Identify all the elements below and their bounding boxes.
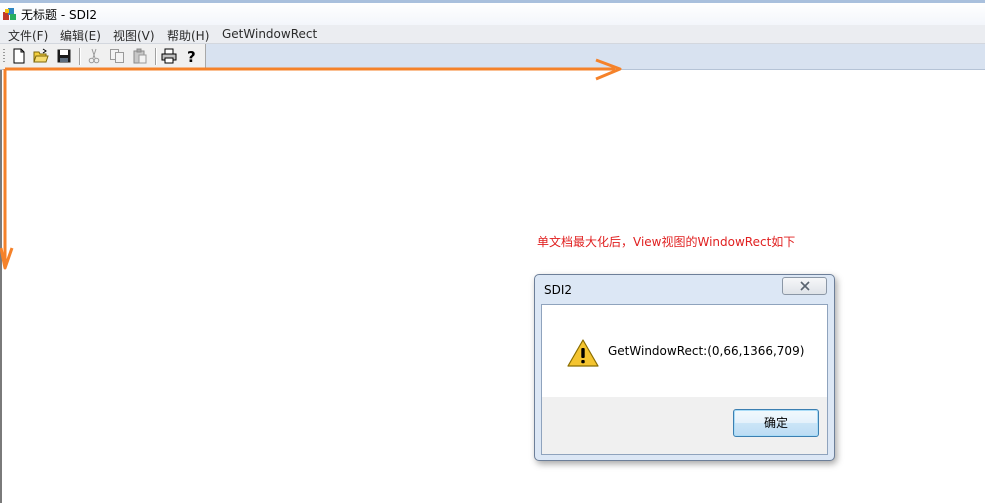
print-icon[interactable] bbox=[161, 48, 177, 64]
title-bar: 无标题 - SDI2 bbox=[0, 0, 985, 25]
menu-help[interactable]: 帮助(H) bbox=[167, 27, 209, 44]
svg-text:?: ? bbox=[187, 48, 196, 64]
open-folder-icon[interactable] bbox=[33, 48, 49, 64]
toolbar-separator bbox=[79, 48, 81, 65]
toolbar-grip[interactable] bbox=[3, 49, 5, 63]
close-button[interactable] bbox=[782, 277, 827, 295]
dialog-title: SDI2 bbox=[544, 283, 573, 297]
menu-bar: 文件(F) 编辑(E) 视图(V) 帮助(H) GetWindowRect bbox=[0, 25, 985, 44]
annotation-note: 单文档最大化后，View视图的WindowRect如下 bbox=[537, 235, 796, 249]
dialog-body: GetWindowRect:(0,66,1366,709) 确定 bbox=[541, 304, 828, 455]
menu-file[interactable]: 文件(F) bbox=[8, 27, 48, 44]
warning-icon bbox=[567, 339, 599, 367]
window-title: 无标题 - SDI2 bbox=[21, 8, 97, 22]
toolbar: ? bbox=[0, 44, 206, 69]
ok-button[interactable]: 确定 bbox=[733, 409, 819, 437]
cut-icon[interactable] bbox=[86, 48, 102, 64]
close-icon bbox=[800, 281, 810, 291]
new-file-icon[interactable] bbox=[11, 48, 27, 64]
save-icon[interactable] bbox=[56, 48, 72, 64]
view-left-border bbox=[0, 70, 2, 503]
menu-edit[interactable]: 编辑(E) bbox=[60, 27, 101, 44]
copy-icon[interactable] bbox=[109, 48, 125, 64]
menu-getwindowrect[interactable]: GetWindowRect bbox=[222, 27, 317, 41]
paste-icon[interactable] bbox=[132, 48, 148, 64]
y-axis-arrow bbox=[0, 69, 14, 270]
message-box: SDI2 GetWindowRect:(0,66,1366,709) 确定 bbox=[534, 274, 835, 461]
toolbar-separator bbox=[155, 48, 157, 65]
help-icon[interactable]: ? bbox=[184, 48, 200, 64]
app-icon bbox=[3, 8, 16, 20]
annotation-arrows bbox=[0, 58, 622, 270]
dialog-message: GetWindowRect:(0,66,1366,709) bbox=[608, 344, 805, 358]
menu-view[interactable]: 视图(V) bbox=[113, 27, 155, 44]
